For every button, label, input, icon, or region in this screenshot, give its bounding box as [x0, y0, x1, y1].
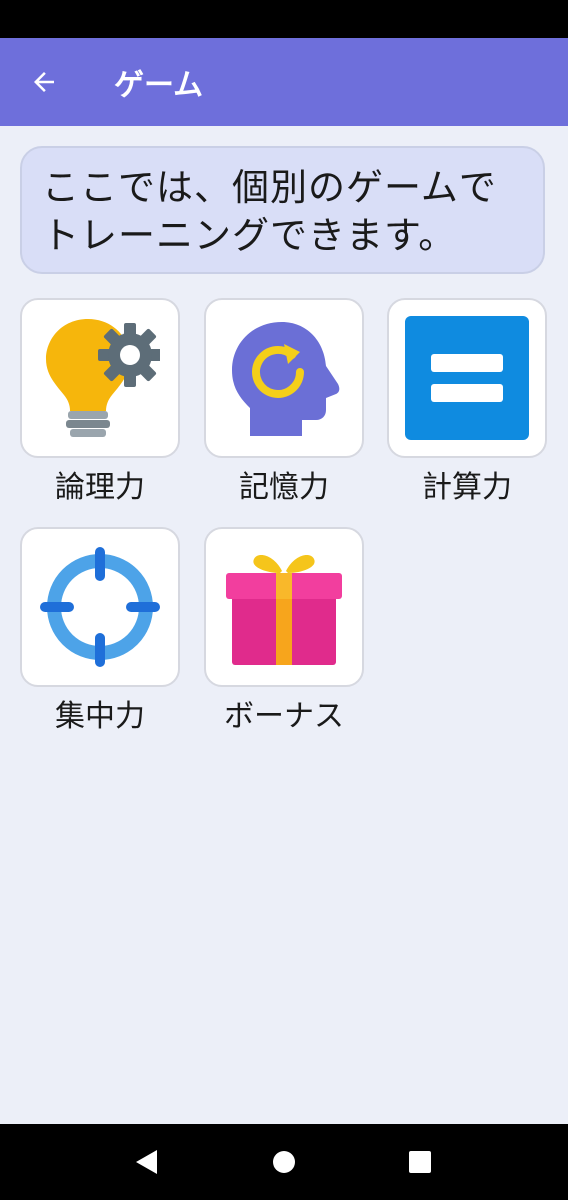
game-label-focus: 集中力: [55, 699, 145, 734]
nav-home-button[interactable]: [260, 1138, 308, 1186]
game-label-logic: 論理力: [55, 470, 145, 505]
status-bar: [0, 0, 568, 38]
info-banner: ここでは、個別のゲームで トレーニングできます。: [20, 146, 545, 274]
page-title: ゲーム: [114, 68, 204, 103]
game-label-calc: 計算力: [422, 470, 512, 505]
game-label-memory: 記憶力: [239, 470, 329, 505]
nav-recents-button[interactable]: [396, 1138, 444, 1186]
game-tile-bonus[interactable]: ボーナス: [204, 527, 364, 735]
app-bar: ゲーム: [0, 38, 568, 126]
game-tile-bonus-box[interactable]: [204, 527, 364, 687]
game-tile-calc-box[interactable]: [387, 298, 547, 458]
nav-back-button[interactable]: [122, 1138, 170, 1186]
crosshair-icon: [40, 547, 160, 667]
banner-line-2: トレーニングできます。: [42, 214, 457, 257]
nav-back-icon: [136, 1150, 157, 1174]
nav-home-icon: [273, 1151, 295, 1173]
arrow-left-icon: [34, 72, 54, 92]
back-button[interactable]: [20, 58, 68, 106]
game-tile-calc[interactable]: 計算力: [387, 298, 547, 506]
game-tile-focus-box[interactable]: [20, 527, 180, 687]
game-tile-logic-box[interactable]: [20, 298, 180, 458]
system-nav-bar: [0, 1124, 568, 1200]
nav-recents-icon: [409, 1151, 431, 1173]
banner-line-1: ここでは、個別のゲームで: [42, 166, 497, 209]
gift-icon: [226, 555, 342, 665]
game-tile-memory[interactable]: 記憶力: [204, 298, 364, 506]
game-label-bonus: ボーナス: [224, 699, 344, 734]
game-tile-logic[interactable]: 論理力: [20, 298, 180, 506]
equals-icon: [405, 316, 529, 440]
game-tile-focus[interactable]: 集中力: [20, 527, 180, 735]
head-refresh-icon: [232, 322, 340, 436]
lightbulb-gear-icon: [46, 319, 160, 437]
game-tile-memory-box[interactable]: [204, 298, 364, 458]
